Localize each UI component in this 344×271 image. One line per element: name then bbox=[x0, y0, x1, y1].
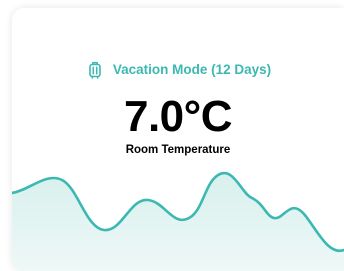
vacation-mode-header: Vacation Mode (12 Days) bbox=[12, 60, 344, 80]
temperature-wave-graphic bbox=[12, 171, 344, 271]
vacation-mode-label: Vacation Mode (12 Days) bbox=[112, 62, 272, 77]
luggage-icon bbox=[85, 60, 105, 80]
temperature-label: Room Temperature bbox=[125, 144, 231, 156]
temperature-value: 7.0°C bbox=[123, 92, 233, 141]
wave-fill bbox=[12, 173, 344, 271]
vacation-mode-card[interactable]: Vacation Mode (12 Days) 7.0°C Room Tempe… bbox=[12, 8, 344, 271]
